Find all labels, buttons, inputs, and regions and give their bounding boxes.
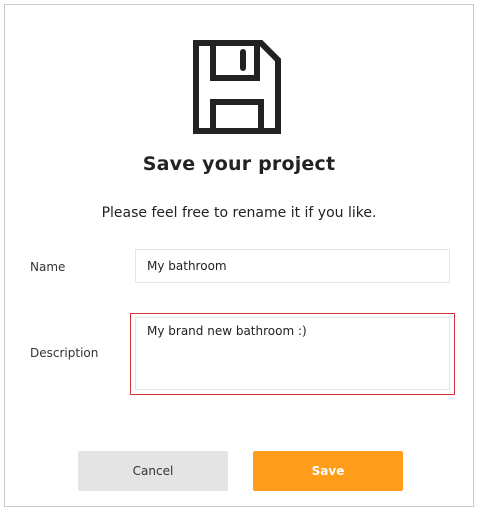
dialog-title: Save your project bbox=[142, 153, 336, 175]
cancel-button[interactable]: Cancel bbox=[78, 451, 228, 491]
name-label: Name bbox=[30, 260, 66, 274]
description-label: Description bbox=[30, 346, 99, 360]
floppy-disk-icon bbox=[191, 38, 283, 136]
name-input[interactable] bbox=[135, 249, 450, 283]
dialog-subtitle: Please feel free to rename it if you lik… bbox=[101, 205, 377, 221]
description-input[interactable]: My brand new bathroom :) bbox=[135, 317, 450, 390]
save-button[interactable]: Save bbox=[253, 451, 403, 491]
